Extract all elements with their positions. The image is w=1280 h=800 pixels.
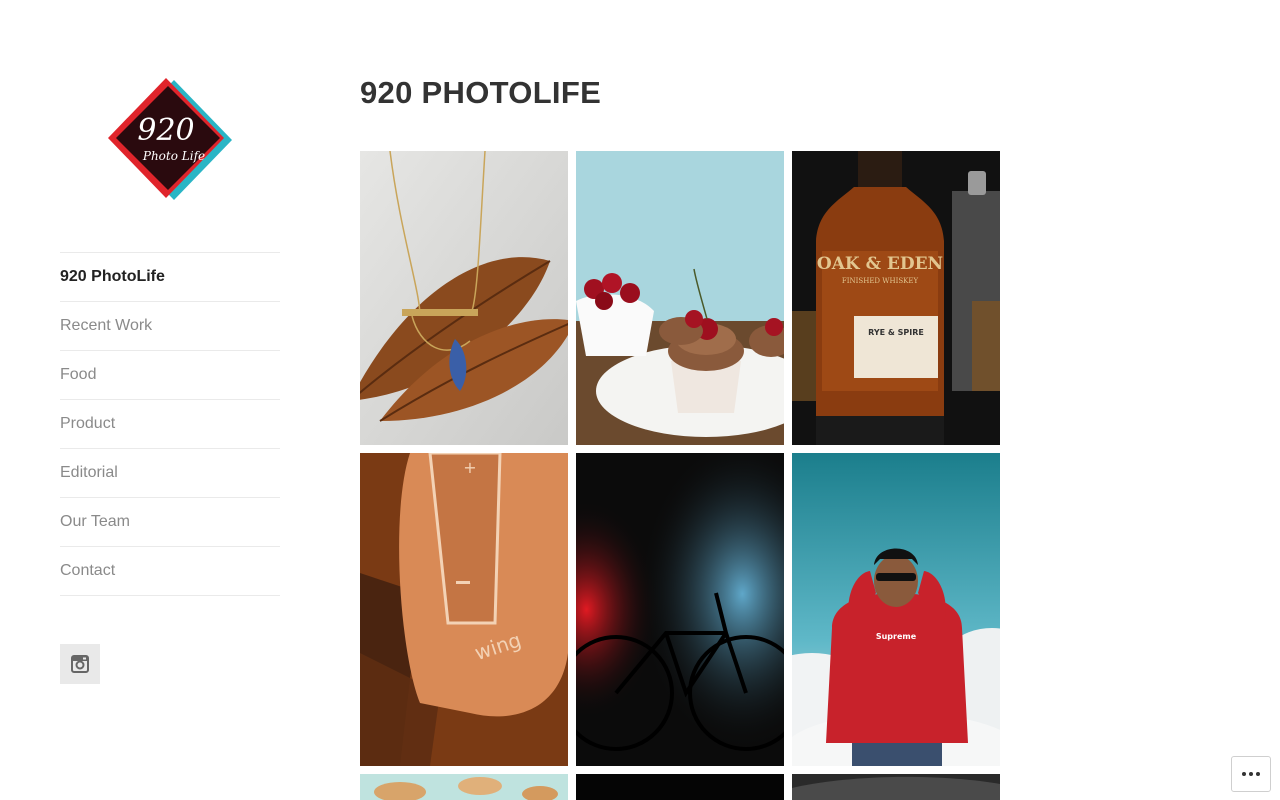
more-options-button[interactable] xyxy=(1231,756,1271,792)
nav-item-our-team[interactable]: Our Team xyxy=(60,498,280,547)
photo-dark[interactable] xyxy=(576,774,784,800)
nav-item-contact[interactable]: Contact xyxy=(60,547,280,596)
photo-hoodie[interactable]: Supreme xyxy=(792,453,1000,766)
nav-item-food[interactable]: Food xyxy=(60,351,280,400)
logo-number: 920 xyxy=(137,113,194,148)
instagram-link[interactable] xyxy=(60,644,100,684)
cookies-image xyxy=(360,774,568,800)
photo-cupcakes[interactable] xyxy=(576,151,784,445)
nav-item-product[interactable]: Product xyxy=(60,400,280,449)
photo-whiskey[interactable]: OAK & EDEN FINISHED WHISKEY RYE & SPIRE xyxy=(792,151,1000,445)
nav-item-recent-work[interactable]: Recent Work xyxy=(60,302,280,351)
photo-dark-object[interactable] xyxy=(792,774,1000,800)
dark-object-image xyxy=(792,774,1000,800)
nav-item-editorial[interactable]: Editorial xyxy=(60,449,280,498)
more-horizontal-icon xyxy=(1242,772,1260,776)
photo-bicycle[interactable] xyxy=(576,453,784,766)
site-logo[interactable]: 920 Photo Life xyxy=(104,78,234,200)
page-title: 920 PHOTOLIFE xyxy=(360,75,602,110)
logo-mark: 920 Photo Life xyxy=(108,78,232,200)
whiskey-image: OAK & EDEN FINISHED WHISKEY RYE & SPIRE xyxy=(792,151,1000,445)
nav-item-home[interactable]: 920 PhotoLife xyxy=(60,253,280,302)
necklace-image xyxy=(360,151,568,445)
main-navigation: 920 PhotoLife Recent Work Food Product E… xyxy=(60,252,280,596)
photo-necklace[interactable] xyxy=(360,151,568,445)
hoodie-logo: Supreme xyxy=(876,632,917,641)
bicycle-image xyxy=(576,453,784,766)
speaker-image: + wing xyxy=(360,453,568,766)
bottle-label: RYE & SPIRE xyxy=(868,328,924,337)
bottle-brand: OAK & EDEN xyxy=(817,254,943,274)
cupcakes-image xyxy=(576,151,784,445)
svg-text:+: + xyxy=(463,458,476,477)
logo-subtext: Photo Life xyxy=(142,149,205,163)
instagram-icon xyxy=(71,655,89,673)
photo-speaker[interactable]: + wing xyxy=(360,453,568,766)
hoodie-image: Supreme xyxy=(792,453,1000,766)
photo-cookies[interactable] xyxy=(360,774,568,800)
bottle-subtitle: FINISHED WHISKEY xyxy=(842,277,919,285)
